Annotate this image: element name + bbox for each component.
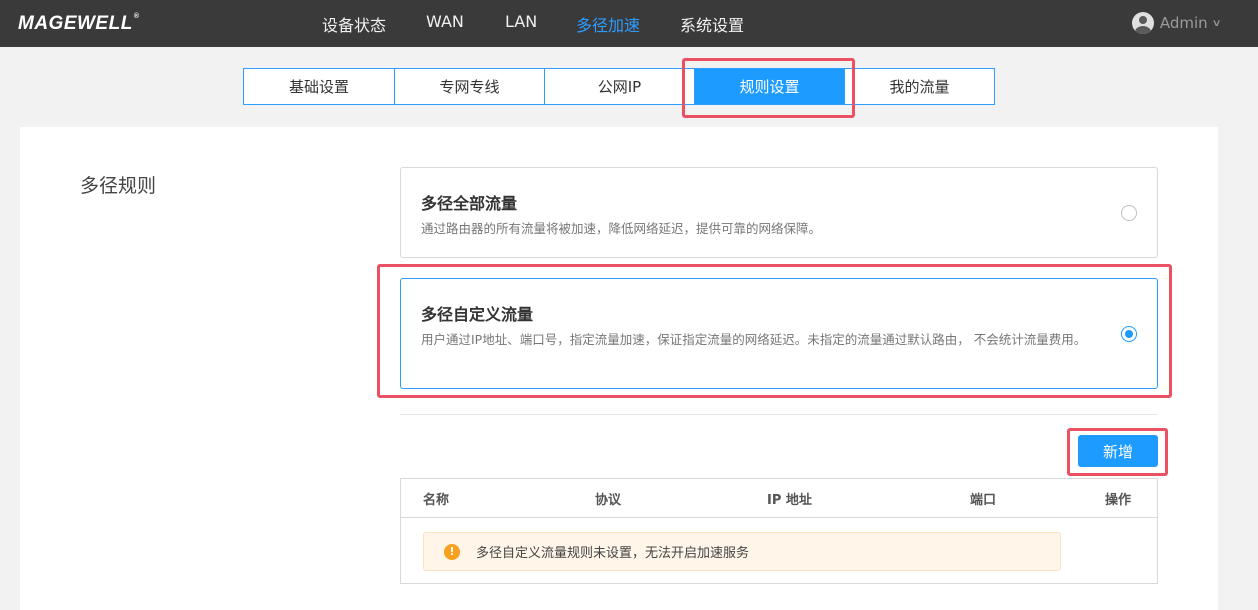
- settings-tabs: 基础设置 专网专线 公网IP 规则设置 我的流量: [243, 68, 995, 105]
- option-custom-traffic[interactable]: 多径自定义流量 用户通过IP地址、端口号，指定流量加速，保证指定流量的网络延迟。…: [400, 278, 1158, 389]
- notice-text: 多径自定义流量规则未设置，无法开启加速服务: [476, 546, 750, 561]
- table-header: 名称 协议 IP 地址 端口 操作: [401, 479, 1157, 518]
- nav-item-lan[interactable]: LAN: [505, 12, 537, 31]
- chevron-down-icon: ∨: [1211, 17, 1222, 29]
- option-title: 多径全部流量: [421, 194, 518, 213]
- option-description: 通过路由器的所有流量将被加速，降低网络延迟，提供可靠的网络保障。: [421, 221, 822, 236]
- user-menu[interactable]: Admin ∨: [1131, 12, 1222, 34]
- nav-item-device-status[interactable]: 设备状态: [322, 12, 386, 36]
- column-header-ip: IP 地址: [767, 493, 812, 508]
- column-header-action: 操作: [1105, 493, 1132, 508]
- user-name: Admin: [1159, 14, 1208, 32]
- top-navigation-bar: MAGEWELL® 设备状态 WAN LAN 多径加速 系统设置 Admin ∨: [0, 0, 1258, 47]
- empty-notice: ! 多径自定义流量规则未设置，无法开启加速服务: [423, 532, 1061, 571]
- option-all-traffic[interactable]: 多径全部流量 通过路由器的所有流量将被加速，降低网络延迟，提供可靠的网络保障。: [400, 167, 1158, 258]
- nav-item-wan[interactable]: WAN: [426, 12, 464, 31]
- tab-private-line[interactable]: 专网专线: [395, 69, 545, 104]
- column-header-port: 端口: [970, 493, 997, 508]
- warning-icon: !: [444, 543, 460, 560]
- nav-item-multipath[interactable]: 多径加速: [576, 12, 640, 36]
- logo-text: MAGEWELL: [18, 13, 133, 34]
- radio-all-traffic[interactable]: [1121, 205, 1137, 221]
- tab-rule-settings[interactable]: 规则设置: [695, 69, 845, 104]
- column-header-name: 名称: [423, 493, 450, 508]
- nav-item-system-settings[interactable]: 系统设置: [680, 12, 744, 36]
- option-title: 多径自定义流量: [421, 305, 534, 324]
- avatar-icon: [1131, 12, 1154, 34]
- brand-logo[interactable]: MAGEWELL®: [18, 13, 140, 35]
- tab-basic-settings[interactable]: 基础设置: [244, 69, 395, 104]
- section-title: 多径规则: [80, 175, 157, 197]
- tab-my-traffic[interactable]: 我的流量: [845, 69, 994, 104]
- option-description: 用户通过IP地址、端口号，指定流量加速，保证指定流量的网络延迟。未指定的流量通过…: [421, 332, 1087, 347]
- rules-table: 名称 协议 IP 地址 端口 操作 ! 多径自定义流量规则未设置，无法开启加速服…: [400, 478, 1158, 584]
- registered-mark: ®: [133, 13, 140, 20]
- column-header-protocol: 协议: [595, 493, 622, 508]
- divider: [400, 414, 1158, 415]
- radio-custom-traffic[interactable]: [1121, 326, 1137, 342]
- tab-public-ip[interactable]: 公网IP: [545, 69, 695, 104]
- add-rule-button[interactable]: 新增: [1078, 435, 1158, 467]
